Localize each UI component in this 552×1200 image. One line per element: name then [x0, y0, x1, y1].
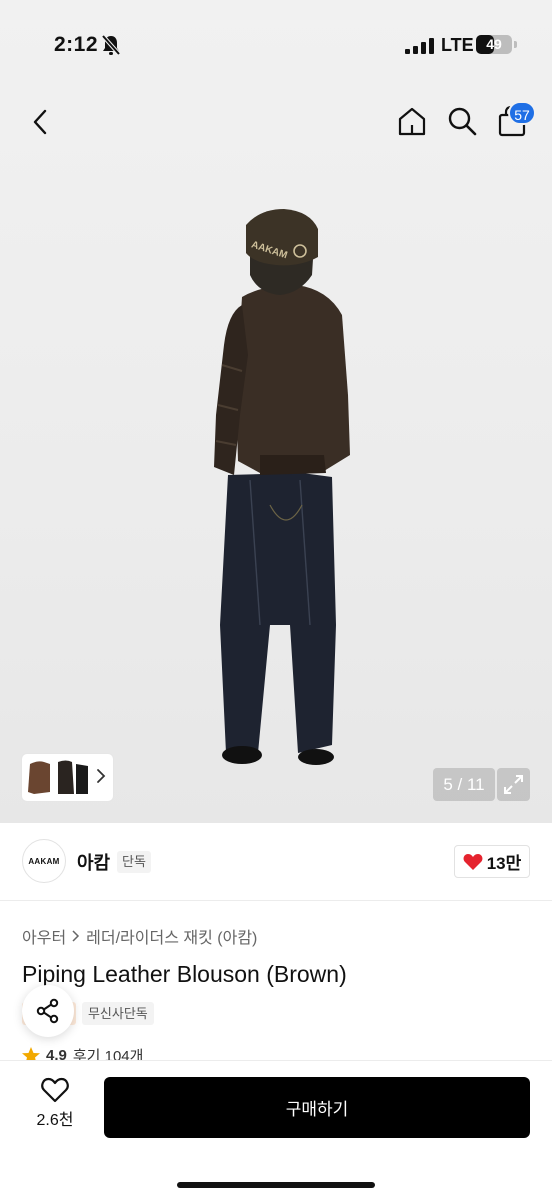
back-button[interactable] — [22, 102, 58, 142]
exclusive-tag: 무신사단독 — [81, 1002, 154, 1025]
chevron-left-icon — [33, 109, 47, 135]
share-button[interactable] — [22, 985, 74, 1037]
breadcrumb-category[interactable]: 아우터 — [22, 924, 66, 948]
status-bar: 2:12 LTE 49 — [0, 0, 552, 90]
wishlist-count: 2.6천 — [36, 1112, 74, 1129]
battery-tip — [514, 41, 517, 48]
breadcrumb: 아우터 레더/라이더스 재킷 (아캄) — [22, 924, 257, 948]
brand-name[interactable]: 아캄 — [77, 849, 110, 875]
network-label: LTE — [441, 35, 474, 55]
bottom-action-bar: 2.6천 구매하기 — [0, 1060, 552, 1200]
heart-filled-icon — [463, 853, 483, 870]
heart-outline-icon — [41, 1077, 69, 1103]
product-photo: AAKAM — [214, 209, 350, 765]
battery-icon: 49 — [476, 35, 512, 54]
bell-off-icon — [101, 34, 121, 56]
brand-like-count: 13만 — [486, 854, 522, 873]
buy-button[interactable]: 구매하기 — [104, 1077, 530, 1138]
image-counter: 5 / 11 — [433, 768, 495, 801]
wishlist-button[interactable]: 2.6천 — [22, 1077, 88, 1137]
home-button[interactable] — [393, 100, 431, 142]
product-image-gallery[interactable]: 2:12 LTE 49 57 AAKAM 5 / 11 — [0, 0, 552, 823]
signal-icon — [405, 38, 434, 54]
breadcrumb-chevron-icon — [72, 930, 80, 942]
breadcrumb-subcategory[interactable]: 레더/라이더스 재킷 (아캄) — [86, 924, 257, 948]
status-time: 2:12 — [54, 33, 99, 56]
chevron-right-icon — [97, 769, 106, 783]
share-icon — [36, 998, 59, 1024]
home-icon — [398, 107, 426, 136]
battery-level: 49 — [486, 36, 502, 52]
expand-image-button[interactable] — [497, 768, 530, 801]
product-title: Piping Leather Blouson (Brown) — [22, 961, 347, 987]
cart-count-badge: 57 — [508, 101, 536, 125]
expand-icon — [504, 775, 523, 794]
brand-row: AAKAM 아캄 단독 13만 — [0, 823, 552, 901]
brand-like-button[interactable]: 13만 — [454, 845, 530, 878]
brand-exclusive-tag: 단독 — [117, 851, 151, 873]
search-icon — [448, 107, 477, 136]
home-indicator — [177, 1182, 375, 1188]
thumbnail-jackets — [28, 760, 88, 794]
search-button[interactable] — [443, 100, 481, 142]
brand-logo[interactable]: AAKAM — [22, 839, 66, 883]
thumbnail-next-icon[interactable] — [96, 768, 106, 789]
